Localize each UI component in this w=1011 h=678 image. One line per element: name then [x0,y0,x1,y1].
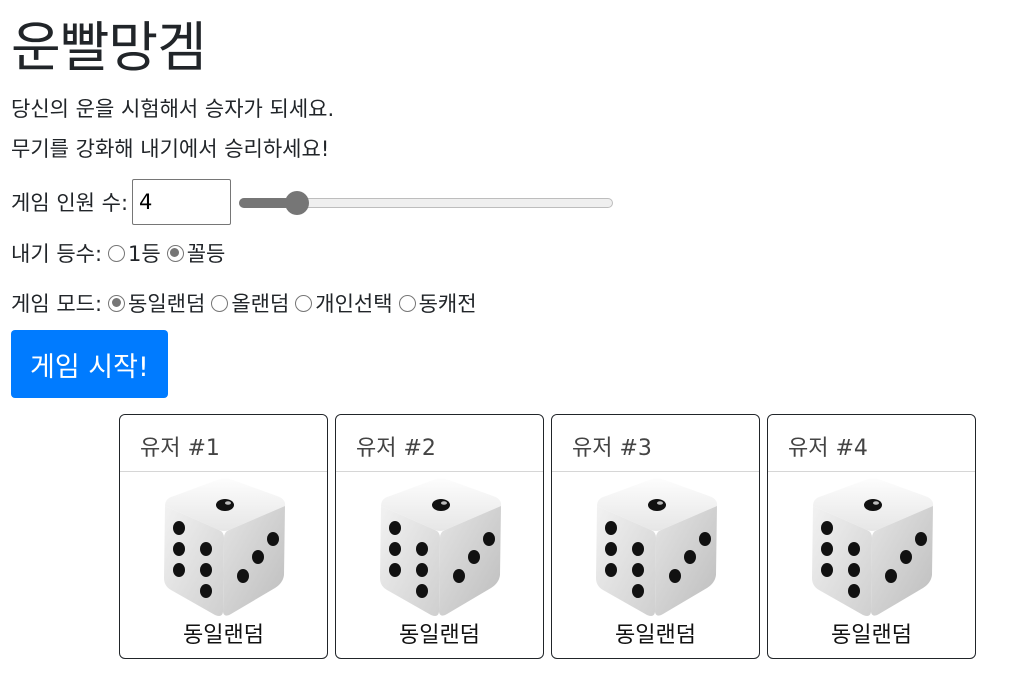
players-slider[interactable] [239,190,614,215]
intro-line-1: 당신의 운을 시험해서 승자가 되세요. [11,97,335,121]
mode-individual-label: 개인선택 [315,292,393,316]
player-card: 유저 #1 동일랜덤 [119,414,328,659]
page: 운빨망겜 당신의 운을 시험해서 승자가 되세요. 무기를 강화해 내기에서 승… [0,0,1011,398]
player-cards: 유저 #1 동일랜덤 유저 #2 동일랜덤 유저 #3 동일랜덤 유저 #4 동… [119,414,976,659]
player-card-title: 유저 #1 [120,415,327,472]
mode-individual-radio[interactable] [295,294,313,312]
players-input[interactable] [132,179,232,225]
player-card-mode: 동일랜덤 [399,623,480,648]
player-card: 유저 #4 동일랜덤 [767,414,976,659]
dice-icon [336,472,543,622]
player-card-title: 유저 #2 [336,415,543,472]
rank-last-radio[interactable] [166,244,184,262]
rank-label: 내기 등수: [11,242,103,266]
player-card: 유저 #2 동일랜덤 [335,414,544,659]
player-card-mode: 동일랜덤 [831,623,912,648]
mode-all-random-label: 올랜덤 [231,292,290,316]
player-card-title: 유저 #4 [768,415,975,472]
mode-option-same-random[interactable]: 동일랜덤 [102,288,205,318]
intro-text: 당신의 운을 시험해서 승자가 되세요. 무기를 강화해 내기에서 승리하세요! [11,89,1011,177]
mode-label: 게임 모드: [11,292,103,316]
player-card-title: 유저 #3 [552,415,759,472]
page-title: 운빨망겜 [11,16,207,79]
rank-option-first[interactable]: 1등 [102,238,161,268]
mode-all-random-radio[interactable] [211,294,229,312]
mode-option-all-random[interactable]: 올랜덤 [205,288,289,318]
mode-same-char-label: 동캐전 [418,292,477,316]
mode-same-char-radio[interactable] [398,294,416,312]
rank-option-last[interactable]: 꼴등 [161,238,226,268]
mode-row: 게임 모드: 동일랜덤 올랜덤 개인선택 동캐전 [11,279,1011,327]
mode-same-random-label: 동일랜덤 [128,292,206,316]
rank-row: 내기 등수: 1등 꼴등 [11,227,1011,279]
player-card: 유저 #3 동일랜덤 [551,414,760,659]
dice-icon [768,472,975,622]
player-card-mode: 동일랜덤 [183,623,264,648]
dice-icon [552,472,759,622]
players-label: 게임 인원 수: [11,191,129,215]
dice-icon [120,472,327,622]
rank-first-radio[interactable] [108,244,126,262]
players-row: 게임 인원 수: [11,177,1011,227]
start-game-button[interactable]: 게임 시작! [11,330,168,398]
intro-line-2: 무기를 강화해 내기에서 승리하세요! [11,137,330,161]
player-card-mode: 동일랜덤 [615,623,696,648]
slider-thumb[interactable] [285,191,310,215]
rank-first-label: 1등 [128,242,161,266]
mode-option-same-char[interactable]: 동캐전 [393,288,477,318]
mode-option-individual[interactable]: 개인선택 [289,288,393,318]
rank-last-label: 꼴등 [186,242,226,266]
mode-same-random-radio[interactable] [108,294,126,312]
